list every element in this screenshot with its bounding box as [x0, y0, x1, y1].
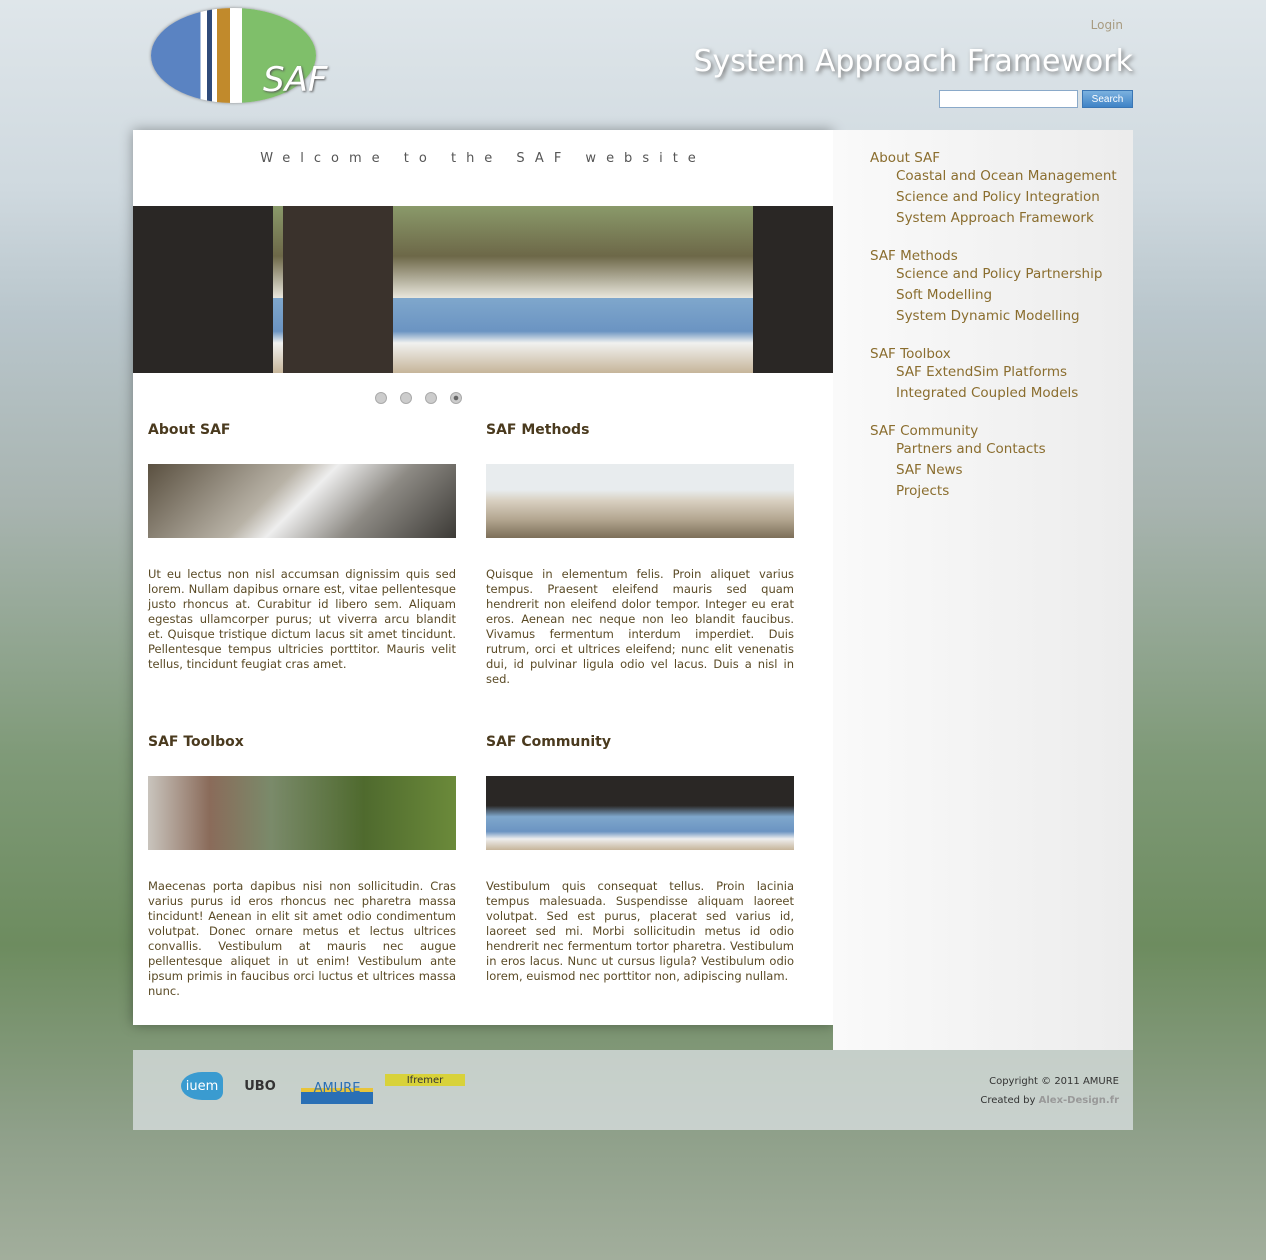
section-text: Maecenas porta dapibus nisi non sollicit…	[148, 879, 456, 998]
nav-item[interactable]: SAF News	[896, 460, 1117, 481]
search-form: Search	[939, 90, 1133, 108]
nav-item[interactable]: Coastal and Ocean Management	[896, 166, 1117, 187]
amure-logo[interactable]: AMURE	[301, 1072, 373, 1104]
section-image	[486, 776, 794, 850]
section-title[interactable]: SAF Toolbox	[148, 734, 456, 750]
login-link[interactable]: Login	[1091, 18, 1123, 32]
site-title: System Approach Framework	[693, 44, 1133, 79]
nav-group: SAF Toolbox SAF ExtendSim Platforms Integr…	[870, 346, 1117, 404]
sidebar-nav: About SAF Coastal and Ocean Management Sci…	[870, 150, 1117, 521]
nav-group: About SAF Coastal and Ocean Management Sci…	[870, 150, 1117, 229]
section-toolbox: SAF Toolbox Maecenas porta dapibus nisi …	[148, 734, 456, 999]
nav-heading[interactable]: About SAF	[870, 150, 1117, 166]
nav-item[interactable]: System Approach Framework	[896, 208, 1117, 229]
nav-item[interactable]: Partners and Contacts	[896, 439, 1117, 460]
section-text: Ut eu lectus non nisl accumsan dignissim…	[148, 567, 456, 671]
section-title[interactable]: About SAF	[148, 422, 456, 438]
nav-item[interactable]: SAF ExtendSim Platforms	[896, 362, 1117, 383]
nav-item[interactable]: Integrated Coupled Models	[896, 383, 1117, 404]
slider-dots	[375, 392, 462, 404]
nav-group: SAF Methods Science and Policy Partnershi…	[870, 248, 1117, 327]
nav-item[interactable]: Science and Policy Partnership	[896, 264, 1117, 285]
saf-logo[interactable]: SAF	[151, 8, 327, 103]
section-methods: SAF Methods Quisque in elementum felis. …	[486, 422, 794, 687]
nav-item[interactable]: System Dynamic Modelling	[896, 306, 1117, 327]
search-input[interactable]	[939, 90, 1078, 108]
section-text: Vestibulum quis consequat tellus. Proin …	[486, 879, 794, 983]
ifremer-logo[interactable]: Ifremer	[385, 1074, 465, 1086]
nav-item[interactable]: Soft Modelling	[896, 285, 1117, 306]
banner-slideshow-image[interactable]	[133, 206, 833, 373]
nav-item[interactable]: Projects	[896, 481, 1117, 502]
sidebar: About SAF Coastal and Ocean Management Sci…	[833, 130, 1133, 1050]
section-text: Quisque in elementum felis. Proin alique…	[486, 567, 794, 686]
main-content: Welcome to the SAF website About SAF Ut …	[133, 130, 833, 1025]
section-title[interactable]: SAF Methods	[486, 422, 794, 438]
slider-dot[interactable]	[400, 392, 412, 404]
section-community: SAF Community Vestibulum quis consequat …	[486, 734, 794, 984]
ubo-logo[interactable]: UBO	[235, 1072, 285, 1100]
welcome-heading: Welcome to the SAF website	[260, 151, 706, 166]
section-about: About SAF Ut eu lectus non nisl accumsan…	[148, 422, 456, 672]
nav-group: SAF Community Partners and Contacts SAF Ne…	[870, 423, 1117, 502]
slider-dot-active[interactable]	[450, 392, 462, 404]
section-image	[148, 464, 456, 538]
designer-link[interactable]: Alex-Design.fr	[1039, 1095, 1119, 1106]
slider-dot[interactable]	[425, 392, 437, 404]
iuem-logo[interactable]: iuem	[181, 1072, 223, 1100]
nav-heading[interactable]: SAF Toolbox	[870, 346, 1117, 362]
search-button[interactable]: Search	[1082, 90, 1133, 108]
header: SAF Login System Approach Framework Sear…	[133, 0, 1133, 120]
footer: iuem UBO AMURE Ifremer Copyright © 2011 …	[133, 1050, 1133, 1130]
copyright: Copyright © 2011 AMURE Created by Alex-D…	[980, 1076, 1119, 1106]
nav-item[interactable]: Science and Policy Integration	[896, 187, 1117, 208]
section-image	[148, 776, 456, 850]
section-title[interactable]: SAF Community	[486, 734, 794, 750]
slider-dot[interactable]	[375, 392, 387, 404]
nav-heading[interactable]: SAF Community	[870, 423, 1117, 439]
section-image	[486, 464, 794, 538]
nav-heading[interactable]: SAF Methods	[870, 248, 1117, 264]
